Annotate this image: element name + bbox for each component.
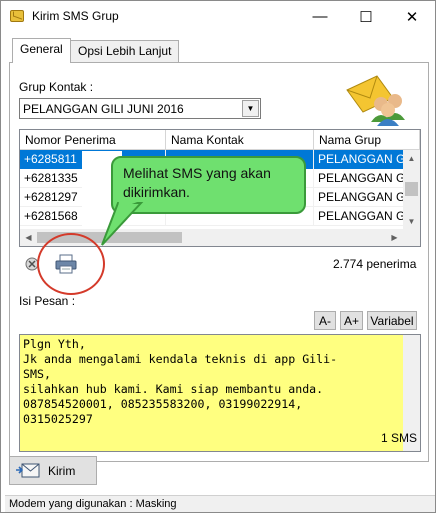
font-smaller-button[interactable]: A- xyxy=(314,311,336,330)
scroll-thumb[interactable] xyxy=(405,182,418,196)
grup-kontak-label: Grup Kontak : xyxy=(19,80,94,94)
message-textarea[interactable]: Plgn Yth, Jk anda mengalami kendala tekn… xyxy=(19,334,421,452)
maximize-button[interactable]: ☐ xyxy=(343,1,389,32)
send-button[interactable]: Kirim xyxy=(9,456,97,485)
cell-grup: PELANGGAN GILI xyxy=(314,188,406,207)
window-title: Kirim SMS Grup xyxy=(32,9,119,23)
message-label: Isi Pesan : xyxy=(19,294,76,308)
grup-kontak-value: PELANGGAN GILI JUNI 2016 xyxy=(23,102,184,116)
cell-grup: PELANGGAN GILI xyxy=(314,150,406,169)
grup-kontak-select[interactable]: PELANGGAN GILI JUNI 2016 ▼ xyxy=(19,98,261,119)
scroll-up-icon[interactable]: ▲ xyxy=(403,150,420,167)
chevron-down-icon[interactable]: ▼ xyxy=(242,100,259,117)
window: Kirim SMS Grup — ☐ ✕ General Opsi Lebih … xyxy=(0,0,436,513)
scroll-down-icon[interactable]: ▼ xyxy=(403,213,420,230)
column-nama-grup[interactable]: Nama Grup xyxy=(314,130,420,150)
cell-grup: PELANGGAN GILI xyxy=(314,169,406,188)
contact-group-icon xyxy=(346,75,405,126)
font-larger-button[interactable]: A+ xyxy=(340,311,363,330)
grid-header: Nomor Penerima Nama Kontak Nama Grup xyxy=(20,130,420,150)
scroll-right-icon[interactable]: ▶ xyxy=(386,229,403,246)
recipient-count: 2.774 penerima xyxy=(333,257,417,271)
minimize-button[interactable]: — xyxy=(297,1,343,32)
tab-opsi-lebih-lanjut[interactable]: Opsi Lebih Lanjut xyxy=(70,40,180,62)
variabel-button[interactable]: Variabel xyxy=(367,311,417,330)
app-icon xyxy=(10,10,24,22)
column-nomor-penerima[interactable]: Nomor Penerima xyxy=(20,130,166,150)
sms-count: 1 SMS xyxy=(381,431,418,445)
scroll-left-icon[interactable]: ◀ xyxy=(20,229,37,246)
message-text[interactable]: Plgn Yth, Jk anda mengalami kendala tekn… xyxy=(23,337,337,427)
tab-general[interactable]: General xyxy=(12,38,71,63)
column-nama-kontak[interactable]: Nama Kontak xyxy=(166,130,314,150)
send-label: Kirim xyxy=(48,463,76,478)
callout-pointer xyxy=(101,201,144,246)
callout-text: Melihat SMS yang akan dikirimkan. xyxy=(123,165,271,200)
status-bar: Modem yang digunakan : Masking xyxy=(5,495,435,512)
status-text: Modem yang digunakan : Masking xyxy=(9,498,177,510)
close-button[interactable]: ✕ xyxy=(389,1,435,32)
cell-grup: PELANGGAN GILI xyxy=(314,207,406,226)
title-bar: Kirim SMS Grup — ☐ ✕ xyxy=(1,1,435,32)
highlight-circle xyxy=(37,233,105,295)
grid-vertical-scrollbar[interactable]: ▲ ▼ xyxy=(403,150,420,230)
send-envelope-icon xyxy=(16,463,40,477)
